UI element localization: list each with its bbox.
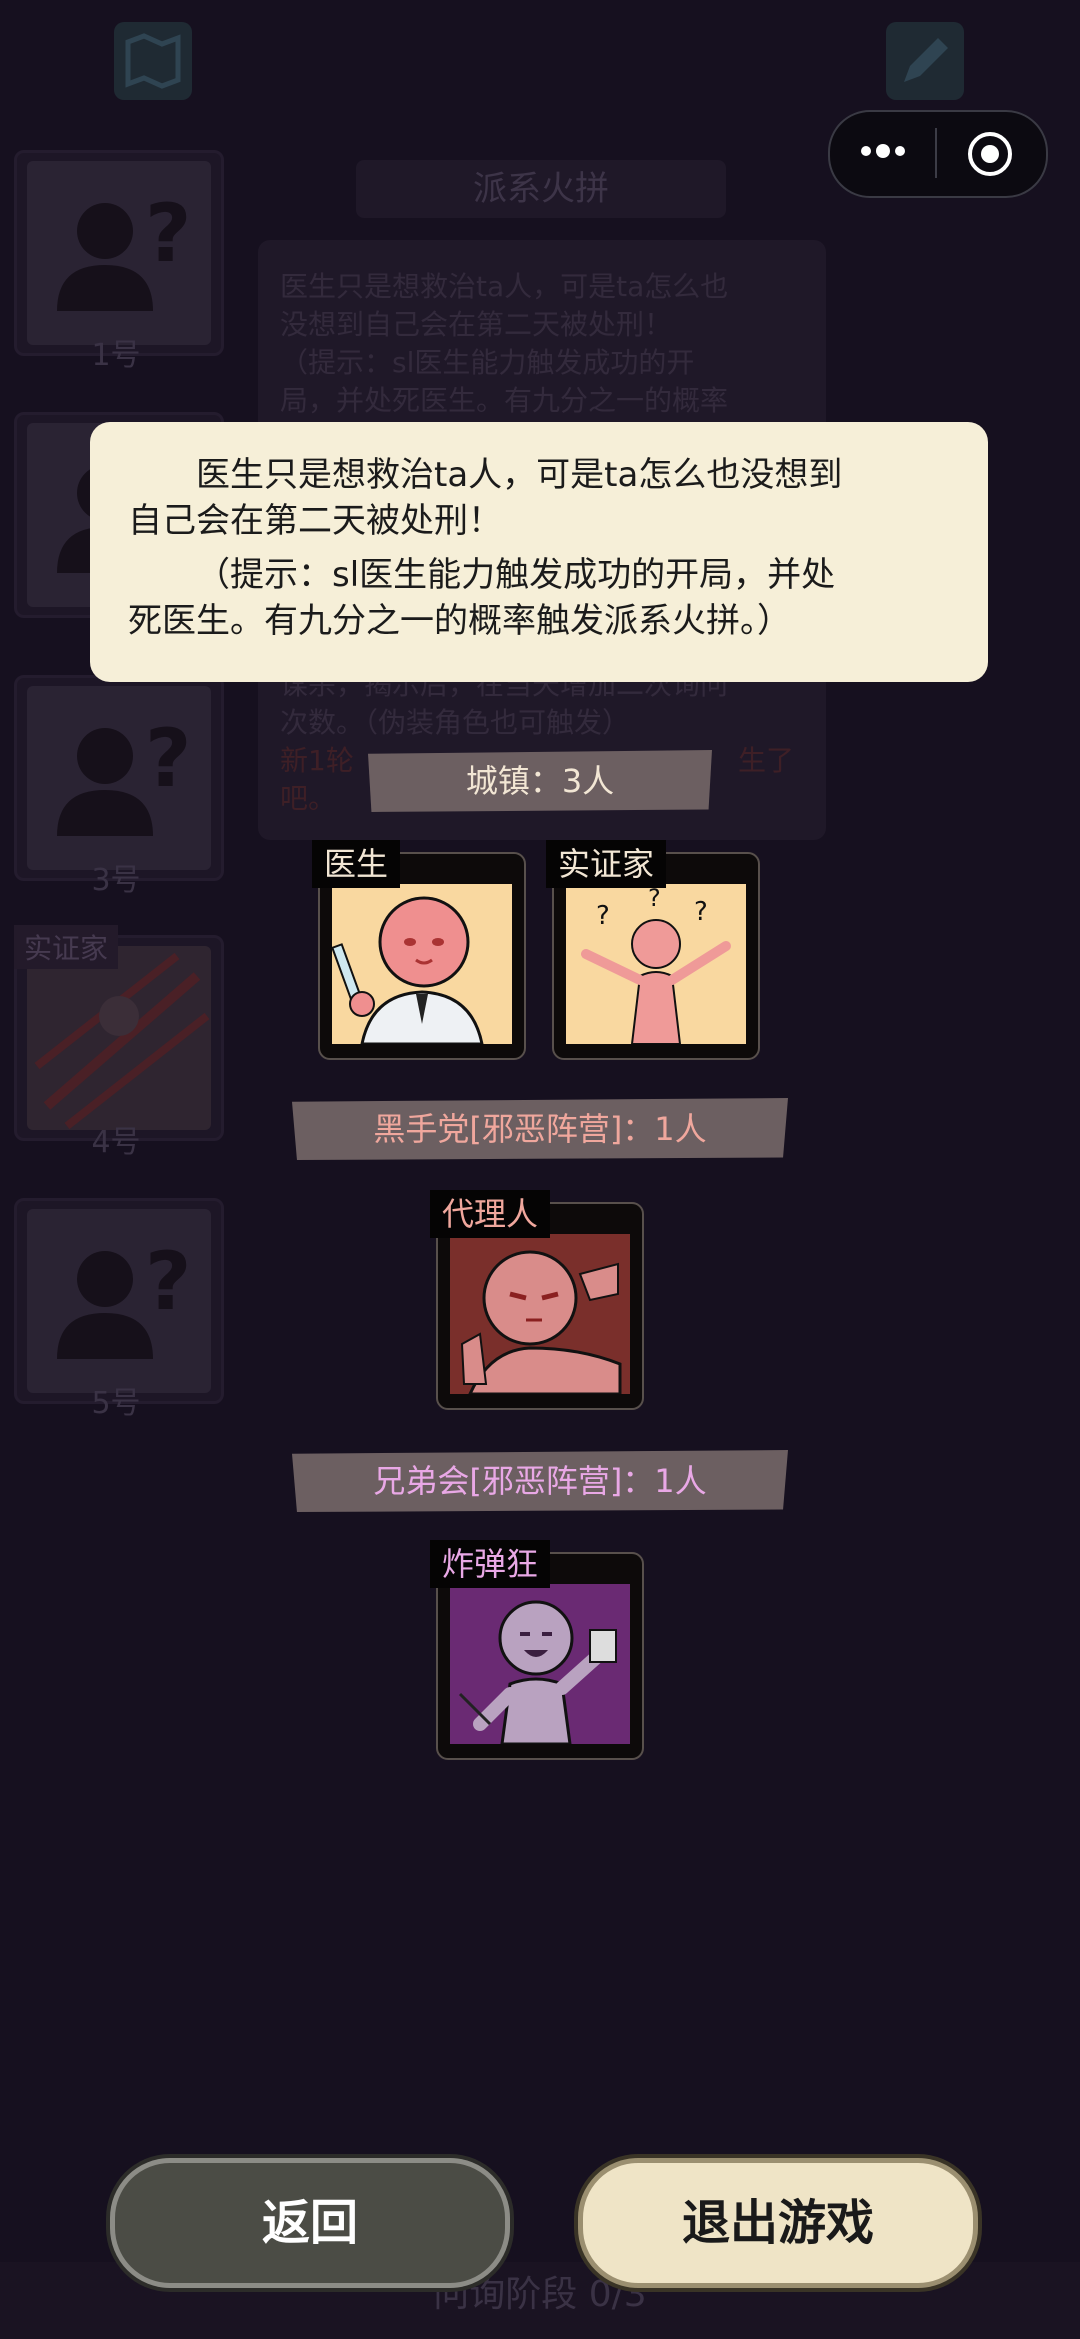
slot-role-tag: 实证家 xyxy=(14,925,119,969)
svg-text:?: ? xyxy=(145,1235,191,1328)
unknown-player-icon: ? xyxy=(27,1209,211,1393)
agent-portrait xyxy=(450,1234,630,1394)
popup-line: 自己会在第二天被处刑！ xyxy=(128,501,502,541)
player-slot-1[interactable]: ? xyxy=(14,150,224,356)
popup-line: （提示：sl医生能力触发成功的开局，并处 xyxy=(196,555,836,595)
role-name-tag: 炸弹狂 xyxy=(430,1540,551,1588)
role-card-bomber[interactable]: 炸弹狂 xyxy=(430,1540,644,1760)
role-card-empiricist[interactable]: ? ? ? 实证家 xyxy=(546,840,760,1060)
empiricist-portrait: ? ? ? xyxy=(566,884,746,1044)
exit-game-button[interactable]: 退出游戏 xyxy=(578,2158,978,2288)
unknown-player-icon: ? xyxy=(27,686,211,870)
slot-number: 3号 xyxy=(91,863,141,898)
role-card-doctor[interactable]: 医生 xyxy=(312,840,526,1060)
slot-number: 1号 xyxy=(91,338,141,373)
faction-label-mafia: 黑手党[邪恶阵营]：1人 xyxy=(292,1098,788,1160)
faction-label-town: 城镇：3人 xyxy=(368,750,712,812)
panel-line: 医生只是想救治ta人，可是ta怎么也 xyxy=(280,270,729,303)
player-slot-5[interactable]: ? xyxy=(14,1198,224,1404)
slot-number: 5号 xyxy=(91,1386,141,1421)
edit-icon[interactable] xyxy=(886,22,964,100)
role-name-tag: 实证家 xyxy=(546,840,667,888)
role-name-tag: 医生 xyxy=(312,840,401,888)
svg-text:?: ? xyxy=(596,901,610,931)
bomber-portrait xyxy=(450,1584,630,1744)
role-name-tag: 代理人 xyxy=(430,1190,551,1238)
svg-text:?: ? xyxy=(145,712,191,805)
role-description-popup: 医生只是想救治ta人，可是ta怎么也没想到 自己会在第二天被处刑！ （提示：sl… xyxy=(90,422,988,682)
panel-line: 次数。（伪装角色也可触发） xyxy=(280,706,631,739)
svg-text:?: ? xyxy=(648,884,661,912)
role-card-agent[interactable]: 代理人 xyxy=(430,1190,644,1410)
doctor-portrait xyxy=(332,884,512,1044)
slot-number: 4号 xyxy=(91,1125,141,1160)
panel-line: 局，并处死医生。有九分之一的概率 xyxy=(280,384,729,417)
panel-red-line: 新1轮 xyxy=(280,744,354,777)
svg-text:?: ? xyxy=(694,897,708,927)
faction-label-brotherhood: 兄弟会[邪恶阵营]：1人 xyxy=(292,1450,788,1512)
panel-line: （提示：sl医生能力触发成功的开 xyxy=(280,346,695,379)
more-icon[interactable] xyxy=(858,143,908,159)
player-slot-3[interactable]: ? xyxy=(14,675,224,881)
back-button[interactable]: 返回 xyxy=(110,2158,510,2288)
panel-red-tail: 生了 xyxy=(738,744,795,777)
background-title: 派系火拼 xyxy=(356,160,726,218)
popup-line: 死医生。有九分之一的概率触发派系火拼。） xyxy=(128,601,791,641)
svg-text:?: ? xyxy=(145,187,191,280)
controls-divider xyxy=(935,128,937,178)
popup-line: 医生只是想救治ta人，可是ta怎么也没想到 xyxy=(196,455,843,495)
map-icon[interactable] xyxy=(114,22,192,100)
panel-line: 没想到自己会在第二天被处刑！ xyxy=(280,308,673,341)
eliminated-player-image xyxy=(27,946,211,1130)
unknown-player-icon: ? xyxy=(27,161,211,345)
target-icon[interactable] xyxy=(966,130,1014,178)
